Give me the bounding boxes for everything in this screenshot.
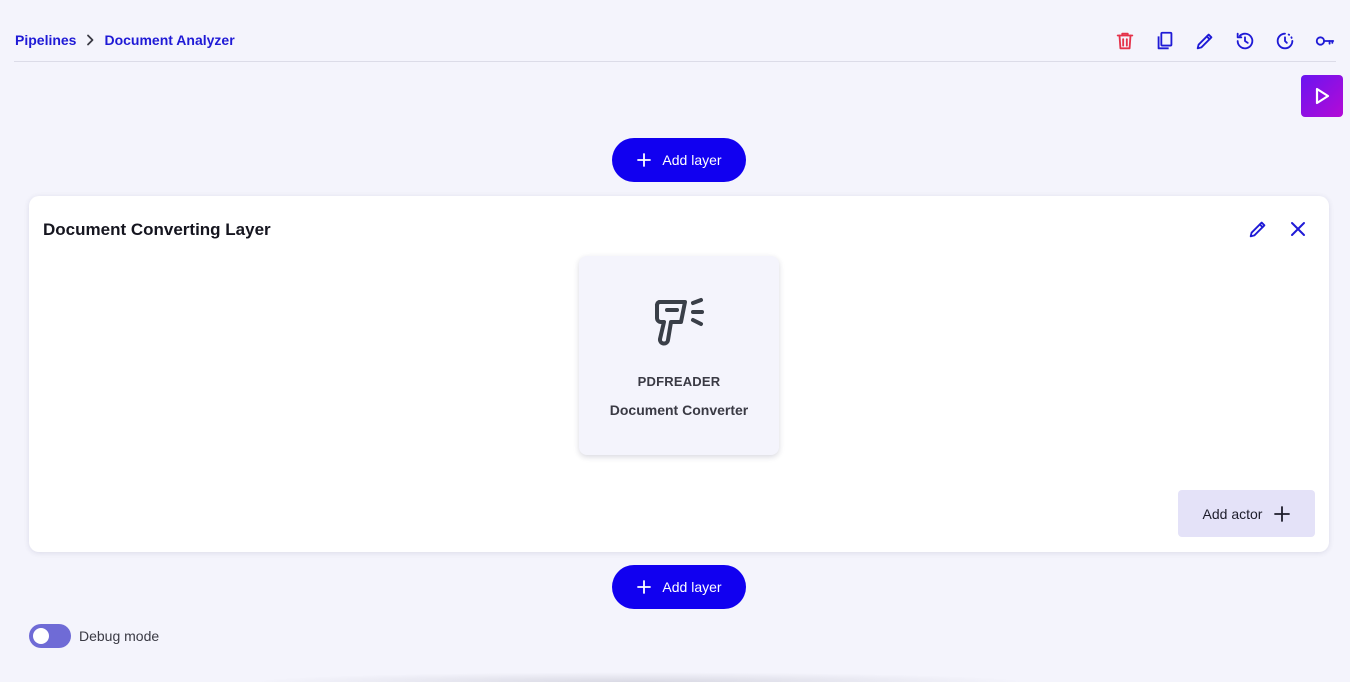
run-pipeline-button[interactable] [1301,75,1343,117]
toggle-knob [33,628,49,644]
add-layer-button-top[interactable]: Add layer [612,138,746,182]
chevron-right-icon [76,34,104,46]
add-actor-label: Add actor [1202,505,1263,522]
add-layer-button-bottom[interactable]: Add layer [612,565,746,609]
plus-icon [1274,505,1291,522]
add-layer-label: Add layer [662,579,722,595]
play-icon [1315,87,1330,105]
layer-card: Document Converting Layer PDFREADER Docu… [29,196,1329,552]
barcode-scanner-icon [654,298,704,346]
breadcrumb: Pipelines Document Analyzer [15,32,235,48]
add-layer-label: Add layer [662,152,722,168]
actor-card[interactable]: PDFREADER Document Converter [579,256,779,455]
pipeline-toolbar [1114,30,1336,52]
plus-icon [637,580,652,594]
breadcrumb-current[interactable]: Document Analyzer [104,32,234,48]
plus-icon [637,153,652,167]
delete-icon[interactable] [1114,30,1136,52]
layer-actions [1247,218,1309,240]
actor-type: PDFREADER [637,374,721,389]
history-icon[interactable] [1234,30,1256,52]
schedule-icon[interactable] [1274,30,1296,52]
close-icon[interactable] [1287,218,1309,240]
add-actor-button[interactable]: Add actor [1178,490,1315,537]
breadcrumb-pipelines[interactable]: Pipelines [15,32,76,48]
edit-layer-icon[interactable] [1247,218,1269,240]
debug-mode-label: Debug mode [79,628,160,644]
bottom-panel-shadow [250,672,1030,682]
copy-icon[interactable] [1154,30,1176,52]
key-icon[interactable] [1314,30,1336,52]
layer-title: Document Converting Layer [43,220,271,239]
debug-mode-control: Debug mode [29,624,159,648]
top-bar: Pipelines Document Analyzer [14,20,1336,62]
edit-icon[interactable] [1194,30,1216,52]
debug-mode-toggle[interactable] [29,624,71,648]
pipeline-editor-page: Pipelines Document Analyzer Add layer Do… [0,0,1350,682]
actor-name: Document Converter [609,402,749,418]
